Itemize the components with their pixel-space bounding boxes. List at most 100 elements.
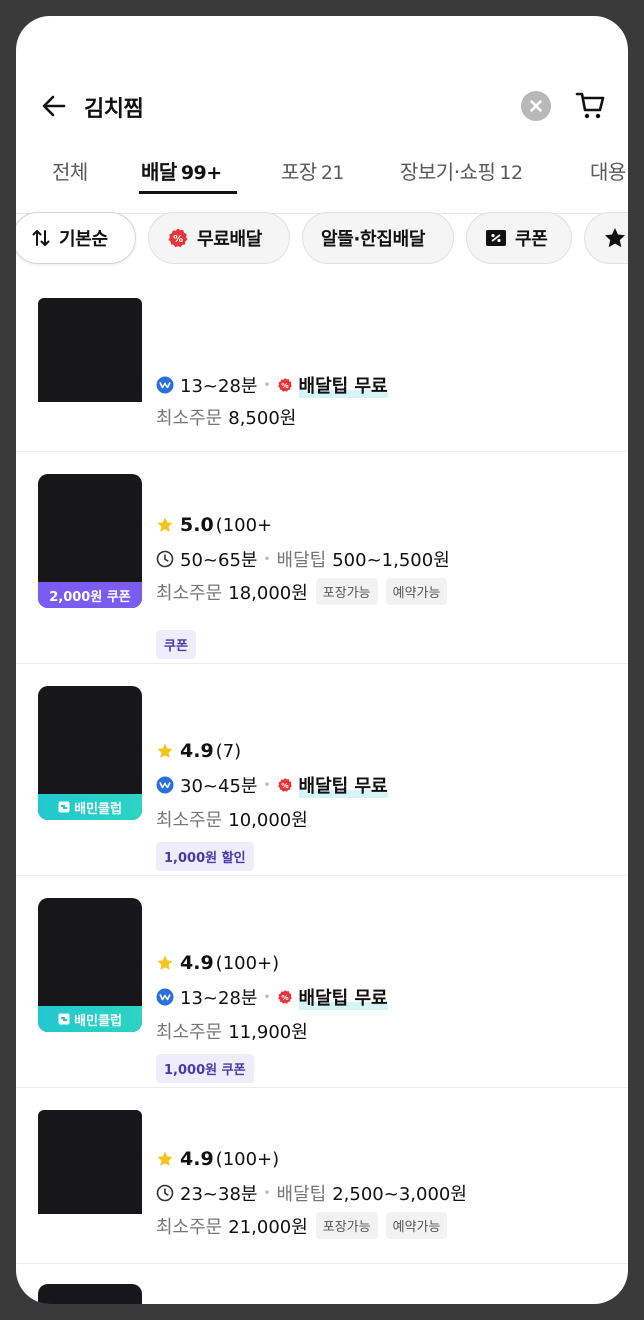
store-thumbnail [38,1110,142,1214]
coupon-chip[interactable]: 쿠폰 [466,212,572,264]
store-list-item[interactable]: 배민클럽 4.9 (100+) 13~28분 • % 배달팁 무료 최소주문 1… [16,876,628,1088]
delivery-fee-free: 배달팁 무료 [298,984,388,1010]
tab-label: 배달 [141,160,177,184]
delivery-fee-label: 배달팁 [276,550,327,571]
review-count: (100+ [215,514,273,536]
min-order-line: 최소주문 10,000원 [156,806,308,832]
reservation-available-tag: 예약가능 [385,578,448,605]
club-badge-label: 배민클럽 [74,801,122,817]
cart-icon [575,92,605,119]
rating-chip[interactable] [584,212,628,264]
tab-count: 12 [499,162,523,184]
app-screen: 김치찜 전체 배달 99+ 포장 21 장보기·쇼핑 12 대용 기본순 % 무료배달… [16,16,628,1304]
chip-label: 쿠폰 [515,229,548,250]
delivery-fee-value: 2,500~3,000원 [332,1184,467,1205]
tab-grocery-shopping[interactable]: 장보기·쇼핑 12 [400,156,523,214]
club-icon [58,1013,70,1025]
coupon-promo-badge: 쿠폰 [156,630,196,659]
rating-line: 4.9 (100+) [156,952,279,974]
min-order-label: 최소주문 [156,1022,223,1043]
sort-icon [31,228,51,248]
store-list-item[interactable]: 2,000원 쿠폰 5.0 (100+ 50~65분 • 배달팁 500~1,5… [16,452,628,664]
free-delivery-badge-icon: % [277,777,293,793]
cart-button[interactable] [574,88,608,122]
review-count: (100+) [215,1148,280,1170]
min-order-line: 최소주문 11,900원 [156,1018,308,1044]
tab-delivery[interactable]: 배달 99+ [141,156,222,214]
store-thumbnail: 배민클럽 [38,686,142,820]
back-button[interactable] [38,90,70,122]
chip-label: 무료배달 [197,229,263,250]
coupon-icon [485,229,507,247]
delivery-info-line: 30~45분 • % 배달팁 무료 [156,772,388,798]
coupon-promo-badge: 1,000원 쿠폰 [156,1054,254,1083]
clear-search-button[interactable] [521,91,551,121]
thrifty-delivery-chip[interactable]: 알뜰·한집배달 [302,212,454,264]
dot-separator: • [263,778,271,792]
baemin-club-thumb-badge: 배민클럽 [38,1006,142,1032]
pickup-available-tag: 포장가능 [315,1212,378,1239]
clock-icon [156,1184,174,1202]
min-order-label: 최소주문 [156,408,223,429]
category-tabs: 전체 배달 99+ 포장 21 장보기·쇼핑 12 대용 [16,156,628,214]
review-count: (100+) [215,952,280,974]
svg-text:%: % [281,781,289,790]
min-order-value: 11,900원 [228,1022,308,1043]
tab-count: 99+ [180,162,222,184]
rating-line: 5.0 (100+ [156,514,272,536]
dot-separator: • [263,1186,271,1200]
free-delivery-badge-icon: % [277,989,293,1005]
search-query[interactable]: 김치찜 [84,91,144,123]
baemin-club-thumb-badge: 배민클럽 [38,794,142,820]
store-list-item[interactable]: 배민클럽 4.9 (7) 30~45분 • % 배달팁 무료 최소주문 10,0… [16,664,628,876]
svg-text:%: % [281,381,289,390]
delivery-fee-free: 배달팁 무료 [298,772,388,798]
store-list-item[interactable]: 13~28분 • % 배달팁 무료 최소주문 8,500원 [16,282,628,452]
dot-separator: • [263,552,271,566]
min-order-label: 최소주문 [156,1216,223,1238]
rating-value: 4.9 [180,952,214,974]
min-order-line: 최소주문 8,500원 [156,404,296,430]
coupon-thumb-badge: 2,000원 쿠폰 [38,582,142,608]
search-header: 김치찜 [16,86,628,126]
reservation-available-tag: 예약가능 [385,1212,448,1239]
min-order-value: 10,000원 [228,810,308,831]
svg-text:%: % [173,234,183,245]
store-list-item[interactable]: 4.9 (100+) 23~38분 • 배달팁 2,500~3,000원 최소주… [16,1088,628,1264]
active-tab-indicator [139,191,237,194]
delivery-fee-free: 배달팁 무료 [298,372,388,398]
dot-separator: • [263,378,271,392]
tab-label: 전체 [52,160,88,184]
star-icon [156,516,174,534]
delivery-info-line: 13~28분 • % 배달팁 무료 [156,372,388,398]
tab-label: 장보기·쇼핑 [400,160,496,184]
tab-label: 포장 [281,160,317,184]
tab-label: 대용 [590,160,626,184]
club-icon [58,801,70,813]
tab-pickup[interactable]: 포장 21 [281,156,345,214]
store-thumbnail: 2,000원 쿠폰 [38,474,142,608]
sort-filter-chip[interactable]: 기본순 [16,212,136,264]
free-delivery-chip[interactable]: % 무료배달 [148,212,290,264]
rating-value: 5.0 [180,514,214,536]
chip-label: 기본순 [59,229,108,250]
delivery-fee-label: 배달팁 [276,1184,327,1205]
close-icon [530,100,542,112]
fast-delivery-icon [156,988,174,1006]
delivery-time: 23~38분 [180,1184,258,1205]
arrow-left-icon [42,95,66,117]
star-icon [603,226,627,250]
delivery-time: 50~65분 [180,550,258,571]
store-thumbnail [38,298,142,402]
min-order-line: 최소주문 21,000원 포장가능 예약가능 [156,1212,448,1239]
tab-bulk[interactable]: 대용 [590,156,626,214]
min-order-label: 최소주문 [156,582,223,604]
delivery-info-line: 50~65분 • 배달팁 500~1,500원 [156,546,450,572]
tab-all[interactable]: 전체 [52,156,88,214]
min-order-value: 21,000원 [228,1216,308,1238]
rating-value: 4.9 [180,1148,214,1170]
min-order-value: 18,000원 [228,582,308,604]
star-icon [156,742,174,760]
free-delivery-badge-icon: % [277,377,293,393]
dot-separator: • [263,990,271,1004]
